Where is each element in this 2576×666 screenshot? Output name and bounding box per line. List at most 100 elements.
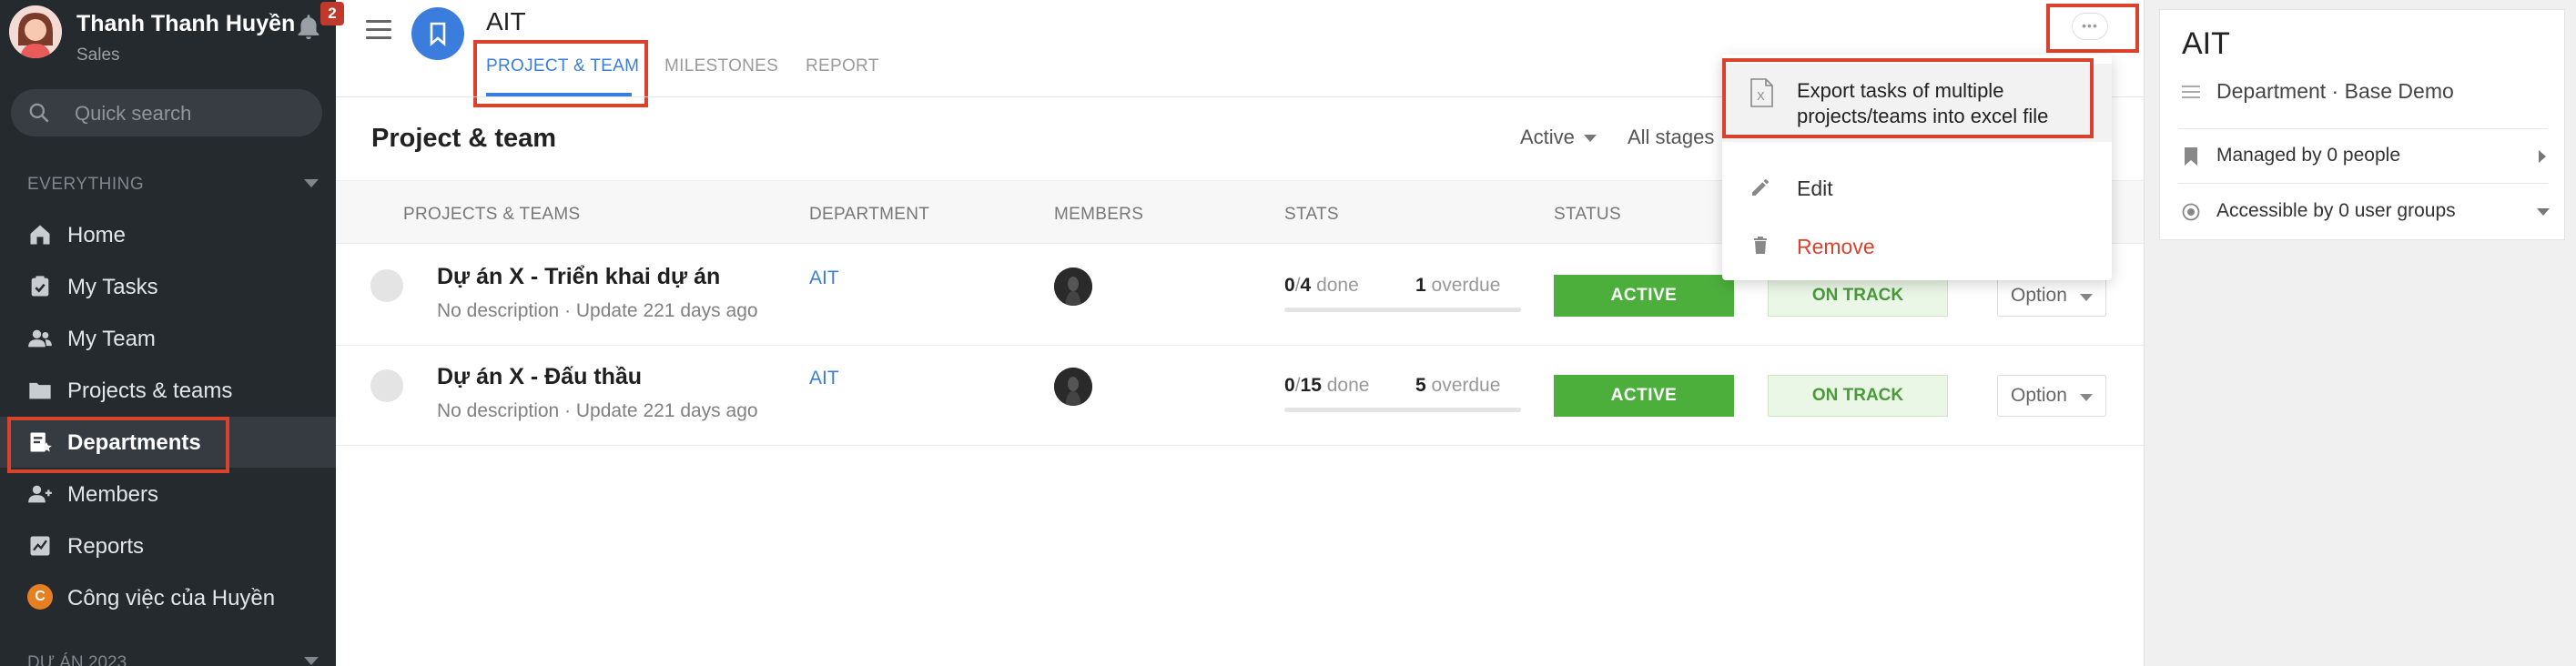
- section-label-everything: EVERYTHING: [27, 175, 145, 194]
- health-badge[interactable]: ON TRACK: [1768, 275, 1948, 317]
- department-link[interactable]: AIT: [809, 368, 839, 389]
- sidebar-item-label: My Tasks: [67, 275, 158, 299]
- sidebar: Thanh Thanh Huyền Sales 2 Quick search E…: [0, 0, 344, 666]
- sidebar-item-label: Reports: [67, 534, 145, 559]
- divider: [2178, 128, 2548, 129]
- export-excel-menu-item[interactable]: X Export tasks of multiple projects/team…: [1722, 64, 2112, 142]
- health-badge[interactable]: ON TRACK: [1768, 375, 1948, 417]
- option-label: Option: [2011, 385, 2067, 406]
- project-description: No description · Update 221 days ago: [437, 400, 758, 421]
- section-title: Project & team: [371, 124, 557, 153]
- status-filter[interactable]: Active: [1520, 126, 1597, 149]
- department-link[interactable]: AIT: [809, 267, 839, 289]
- edit-label: Edit: [1797, 177, 1833, 200]
- members-icon: [27, 481, 53, 507]
- column-header: STATS: [1284, 205, 1339, 224]
- overdue-label: overdue: [1431, 375, 1501, 396]
- sidebar-item-label: Projects & teams: [67, 378, 233, 403]
- divider: [2178, 183, 2548, 184]
- menu-icon[interactable]: [366, 20, 391, 42]
- sidebar-item-members[interactable]: Members: [0, 469, 336, 520]
- overdue-count: 1: [1415, 275, 1426, 296]
- project-description: No description · Update 221 days ago: [437, 300, 758, 321]
- done-label: done: [1316, 275, 1359, 296]
- home-icon: [27, 222, 53, 247]
- option-dropdown[interactable]: Option: [1997, 275, 2106, 317]
- user-profile[interactable]: Thanh Thanh Huyền Sales 2: [9, 2, 344, 66]
- option-dropdown[interactable]: Option: [1997, 375, 2106, 417]
- sidebar-item-home[interactable]: Home: [0, 209, 336, 260]
- stats-overdue: 1 overdue: [1415, 275, 1500, 297]
- bell-icon[interactable]: [293, 11, 324, 42]
- user-name: Thanh Thanh Huyền: [76, 11, 296, 36]
- export-label: Export tasks of multiple projects/teams …: [1797, 79, 2049, 127]
- sidebar-item-label: Công việc của Huyền: [67, 586, 276, 610]
- remove-menu-item[interactable]: Remove: [1722, 218, 2112, 273]
- avatar[interactable]: [9, 5, 62, 58]
- chevron-right-icon: [2539, 150, 2546, 163]
- status-badge[interactable]: ACTIVE: [1554, 375, 1734, 417]
- column-header: DEPARTMENT: [809, 205, 930, 224]
- managed-by-row[interactable]: Managed by 0 people: [2182, 143, 2546, 170]
- bookmark-icon: [2182, 146, 2200, 166]
- project-status-circle[interactable]: [370, 369, 403, 402]
- page-title: AIT: [486, 7, 526, 35]
- overdue-label: overdue: [1431, 275, 1501, 296]
- search-input[interactable]: Quick search: [11, 89, 322, 136]
- tab-report[interactable]: REPORT: [806, 56, 879, 76]
- column-header: PROJECTS & TEAMS: [403, 205, 581, 224]
- tab-milestones[interactable]: MILESTONES: [664, 56, 778, 76]
- search-placeholder: Quick search: [75, 102, 192, 125]
- stats-done: 0/15 done: [1284, 375, 1370, 396]
- sidebar-item-my-team[interactable]: My Team: [0, 313, 336, 364]
- c-badge-icon: C: [27, 584, 53, 610]
- stage-filter[interactable]: All stages: [1628, 126, 1714, 149]
- sidebar-item-projects-teams[interactable]: Projects & teams: [0, 365, 336, 416]
- done-label: done: [1326, 375, 1370, 396]
- notification-badge: 2: [320, 2, 344, 25]
- sidebar-item-label: Departments: [67, 430, 201, 455]
- status-filter-label: Active: [1520, 126, 1575, 148]
- project-name[interactable]: Dự án X - Đấu thầu: [437, 364, 642, 390]
- total-count: 4: [1300, 275, 1312, 296]
- more-options-menu: X Export tasks of multiple projects/team…: [1722, 55, 2112, 280]
- sidebar-item-departments[interactable]: Departments: [0, 417, 336, 468]
- chevron-down-icon[interactable]: [304, 179, 319, 187]
- department-details-panel: AIT Department · Base Demo Managed by 0 …: [2144, 0, 2576, 666]
- department-icon: [27, 429, 53, 455]
- trash-icon: [1749, 235, 1771, 257]
- sidebar-item-reports[interactable]: Reports: [0, 520, 336, 571]
- project-status-circle[interactable]: [370, 269, 403, 302]
- status-badge[interactable]: ACTIVE: [1554, 275, 1734, 317]
- tab-project-team[interactable]: PROJECT & TEAM: [486, 56, 639, 76]
- target-icon: [2182, 202, 2200, 222]
- progress-bar: [1284, 308, 1521, 312]
- chevron-down-icon[interactable]: [304, 657, 319, 665]
- section-label-du-an: DỰ ÁN 2023: [27, 653, 127, 666]
- total-count: 15: [1300, 375, 1322, 396]
- panel-title: AIT: [2182, 26, 2230, 61]
- table-row[interactable]: Dự án X - Đấu thầu No description · Upda…: [336, 346, 2144, 446]
- stage-filter-label: All stages: [1628, 126, 1715, 148]
- more-options-button[interactable]: •••: [2072, 13, 2108, 40]
- remove-label: Remove: [1797, 235, 1875, 258]
- option-label: Option: [2011, 285, 2067, 306]
- tasks-icon: [27, 274, 53, 299]
- chevron-down-icon: [2080, 294, 2093, 301]
- sidebar-item-label: Members: [67, 482, 159, 507]
- member-avatar[interactable]: [1054, 368, 1092, 406]
- stats-done: 0/4 done: [1284, 275, 1359, 296]
- department-card: AIT Department · Base Demo Managed by 0 …: [2159, 9, 2565, 240]
- project-name[interactable]: Dự án X - Triển khai dự án: [437, 264, 720, 290]
- accessible-by-row[interactable]: Accessible by 0 user groups: [2182, 198, 2550, 226]
- chevron-down-icon: [1583, 135, 1597, 143]
- department-avatar: [411, 7, 464, 60]
- sidebar-item-cong-viec[interactable]: C Công việc của Huyền: [0, 572, 336, 623]
- sidebar-item-my-tasks[interactable]: My Tasks: [0, 261, 336, 312]
- member-avatar[interactable]: [1054, 267, 1092, 306]
- more-icon: •••: [2082, 18, 2098, 33]
- search-icon: [27, 101, 51, 125]
- edit-menu-item[interactable]: Edit: [1722, 160, 2112, 215]
- progress-bar: [1284, 408, 1521, 412]
- chevron-down-icon: [2537, 208, 2550, 216]
